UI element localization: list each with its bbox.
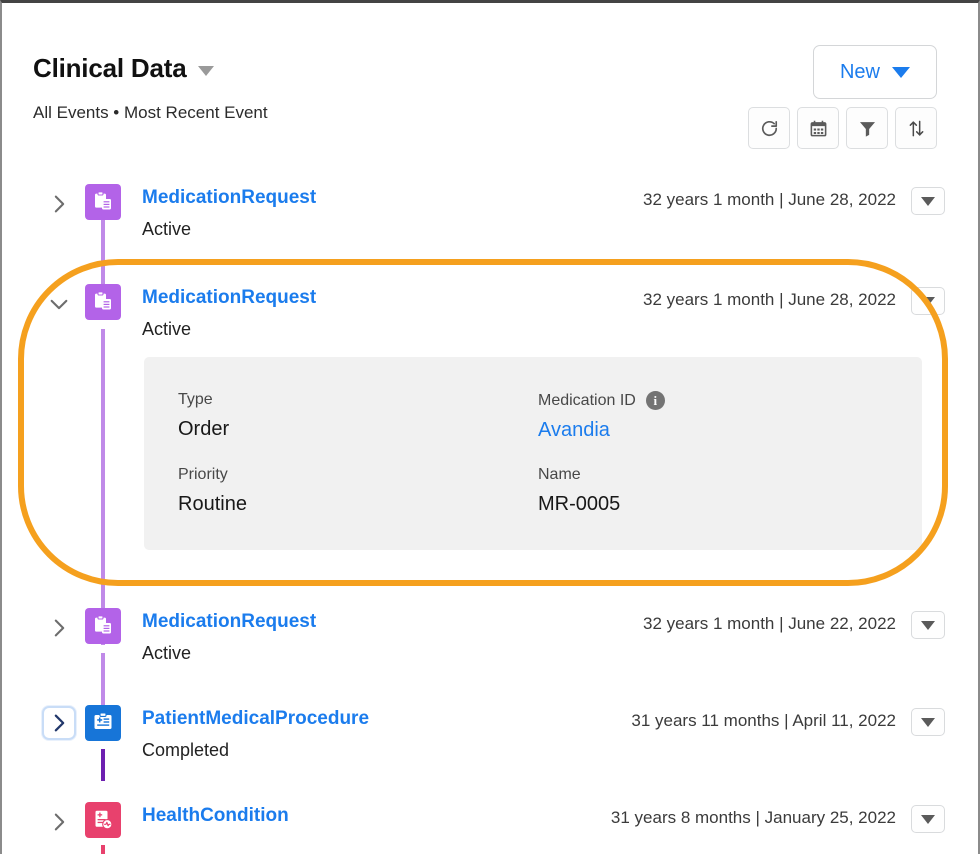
expand-chevron[interactable] (46, 807, 72, 837)
event-date: 32 years 1 month | June 22, 2022 (643, 614, 896, 633)
clipboard-medication-icon (85, 284, 121, 320)
panel-header: Clinical Data All Events • Most Recent E… (2, 3, 978, 155)
timeline-connector (101, 329, 105, 645)
expand-chevron[interactable] (46, 613, 72, 643)
collapse-chevron[interactable] (46, 289, 72, 319)
timeline-connector (101, 215, 105, 293)
detail-field: Priority Routine (178, 466, 538, 516)
event-date: 31 years 11 months | April 11, 2022 (631, 711, 896, 730)
page-title-group[interactable]: Clinical Data (33, 53, 215, 84)
chevron-right-icon (54, 813, 64, 831)
page-title: Clinical Data (33, 53, 187, 83)
label-text: Name (538, 466, 581, 483)
detail-field: Medication ID i Avandia (538, 391, 922, 442)
event-title[interactable]: MedicationRequest (142, 611, 316, 633)
clipboard-medication-icon (85, 184, 121, 220)
events-timeline: MedicationRequest Active 32 years 1 mont… (2, 155, 978, 854)
row-menu-button[interactable] (911, 805, 945, 833)
expand-chevron-focused[interactable] (42, 706, 76, 740)
caret-down-icon (921, 814, 935, 824)
event-title[interactable]: PatientMedicalProcedure (142, 708, 369, 730)
detail-field-label: Name (538, 466, 922, 484)
filter-button[interactable] (846, 107, 888, 149)
detail-field-grid: Type Order Medication ID i Avandia Prior… (178, 391, 922, 516)
expand-chevron[interactable] (46, 189, 72, 219)
panel-subtitle: All Events • Most Recent Event (33, 103, 268, 122)
info-icon[interactable]: i (645, 391, 665, 410)
health-condition-glyph (95, 810, 113, 830)
event-date: 31 years 8 months | January 25, 2022 (610, 808, 896, 827)
timeline-connector (101, 749, 105, 781)
label-text: Medication ID (538, 391, 636, 409)
new-button-label: New (839, 60, 880, 83)
sort-button[interactable] (895, 107, 937, 149)
detail-field-value-link[interactable]: Avandia (538, 419, 922, 442)
sort-arrows-icon (909, 120, 923, 136)
chevron-right-icon (54, 714, 64, 732)
label-text: Type (178, 391, 213, 408)
clipboard-glyph (95, 291, 111, 310)
refresh-icon (761, 120, 777, 136)
clipboard-glyph (95, 615, 111, 634)
refresh-button[interactable] (748, 107, 790, 149)
event-status: Active (142, 319, 192, 339)
chevron-down-icon (50, 299, 68, 309)
calendar-icon (810, 120, 826, 136)
filter-icon (859, 121, 875, 137)
timeline-connector (101, 845, 105, 854)
calendar-button[interactable] (797, 107, 839, 149)
event-title[interactable]: MedicationRequest (142, 187, 316, 209)
event-date: 32 years 1 month | June 28, 2022 (643, 290, 896, 309)
caret-down-icon (921, 296, 935, 306)
detail-field-value: Routine (178, 493, 247, 515)
detail-field-value: MR-0005 (538, 493, 621, 515)
chevron-down-icon[interactable] (198, 65, 215, 76)
event-detail-card: Type Order Medication ID i Avandia Prior… (144, 357, 922, 550)
detail-field-value: Order (178, 418, 230, 440)
detail-field: Name MR-0005 (538, 466, 922, 516)
detail-field-label: Medication ID i (538, 391, 922, 410)
event-title[interactable]: HealthCondition (142, 805, 289, 827)
event-status: Active (142, 643, 192, 663)
new-button[interactable]: New (813, 45, 937, 99)
detail-field-label: Priority (178, 466, 538, 484)
clinical-data-panel: Clinical Data All Events • Most Recent E… (0, 0, 980, 854)
detail-field: Type Order (178, 391, 538, 442)
detail-field-label: Type (178, 391, 538, 409)
caret-down-icon (921, 717, 935, 727)
clipboard-procedure-icon (85, 705, 121, 741)
caret-down-icon (921, 620, 935, 630)
clipboard-medication-icon (85, 608, 121, 644)
procedure-glyph (94, 712, 112, 729)
caret-down-icon (892, 66, 910, 78)
row-menu-button[interactable] (911, 187, 945, 215)
chevron-right-icon (54, 195, 64, 213)
row-menu-button[interactable] (911, 708, 945, 736)
chevron-right-icon (54, 619, 64, 637)
label-text: Priority (178, 466, 228, 483)
caret-down-icon (921, 196, 935, 206)
header-toolbar (748, 107, 937, 149)
health-condition-icon (85, 802, 121, 838)
clipboard-glyph (95, 191, 111, 210)
event-status: Completed (142, 740, 230, 760)
event-date: 32 years 1 month | June 28, 2022 (643, 190, 896, 209)
row-menu-button[interactable] (911, 611, 945, 639)
row-menu-button[interactable] (911, 287, 945, 315)
event-title[interactable]: MedicationRequest (142, 287, 316, 309)
event-status: Active (142, 219, 192, 239)
